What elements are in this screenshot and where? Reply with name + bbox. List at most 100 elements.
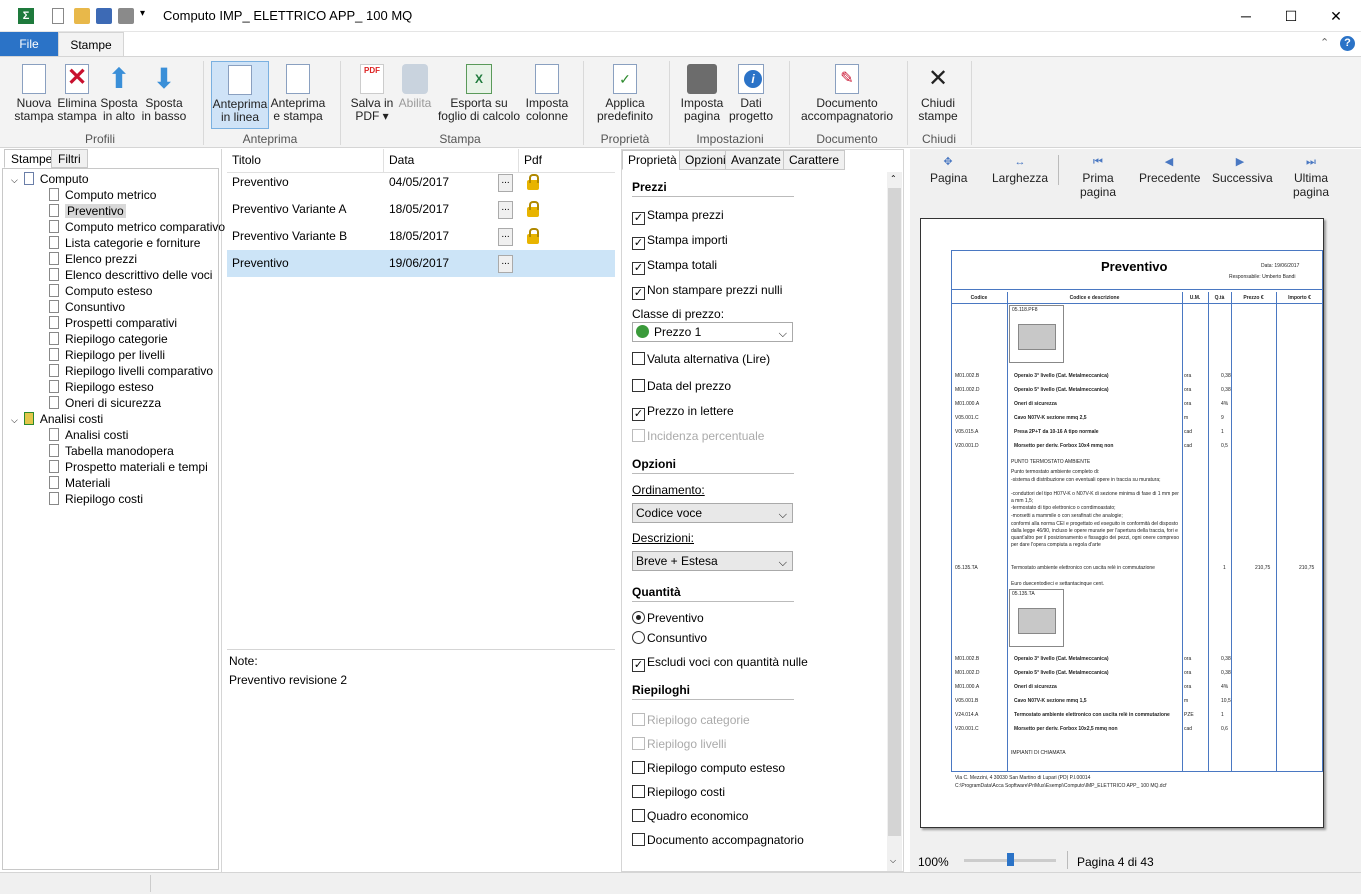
- list-row[interactable]: Preventivo Variante B 18/05/2017...: [227, 223, 615, 250]
- ordinamento-select[interactable]: Codice voce ⌵: [632, 503, 793, 523]
- tab-proprieta[interactable]: Proprietà: [622, 150, 683, 170]
- open-folder-icon[interactable]: [74, 8, 90, 24]
- tree-item[interactable]: Elenco descrittivo delle voci: [49, 267, 212, 283]
- tab-carattere[interactable]: Carattere: [783, 150, 846, 170]
- checkbox-documento-accompagnatorio[interactable]: Documento accompagnatorio: [632, 833, 804, 849]
- preview-page[interactable]: Preventivo Data: 19/06/2017 Responsabile…: [920, 218, 1324, 828]
- checkbox-data-prezzo[interactable]: Data del prezzo: [632, 379, 731, 395]
- checkbox-incidenza-percentuale[interactable]: Incidenza percentuale: [632, 429, 764, 445]
- scroll-down-icon[interactable]: ⌵: [890, 856, 896, 866]
- first-page-button[interactable]: ⏮ Prima pagina: [1065, 155, 1131, 199]
- tree-node-analisi-costi[interactable]: ⌵ Analisi costi: [11, 411, 103, 427]
- tree-item[interactable]: Computo metrico comparativo: [49, 219, 225, 235]
- set-columns-button[interactable]: Imposta colonne: [524, 61, 570, 129]
- tree-item[interactable]: Oneri di sicurezza: [49, 395, 161, 411]
- enable-button[interactable]: Abilita: [396, 61, 434, 129]
- tab-file[interactable]: File: [0, 32, 58, 57]
- delete-print-button[interactable]: ✕ Elimina stampa: [56, 61, 98, 129]
- checkbox-escludi-voci[interactable]: ✓ Escludi voci con quantità nulle: [632, 655, 808, 672]
- chevron-down-icon[interactable]: ⌵: [11, 415, 18, 425]
- maximize-button[interactable]: ☐: [1268, 0, 1314, 32]
- checkbox-riepilogo-categorie[interactable]: Riepilogo categorie: [632, 713, 750, 729]
- inline-preview-button[interactable]: Anteprima in linea: [211, 61, 269, 129]
- export-spreadsheet-button[interactable]: X Esporta su foglio di calcolo: [436, 61, 522, 129]
- list-row[interactable]: Preventivo Variante A 18/05/2017...: [227, 196, 615, 223]
- list-row[interactable]: Preventivo 04/05/2017...: [227, 169, 615, 196]
- tree-item[interactable]: Riepilogo costi: [49, 491, 143, 507]
- descrizioni-select[interactable]: Breve + Estesa ⌵: [632, 551, 793, 571]
- tab-avanzate[interactable]: Avanzate: [725, 150, 787, 170]
- preview-print-button[interactable]: Anteprima e stampa: [270, 61, 326, 129]
- checkbox-riepilogo-computo-esteso[interactable]: Riepilogo computo esteso: [632, 761, 785, 777]
- move-up-button[interactable]: ⬆ Sposta in alto: [99, 61, 139, 129]
- zoom-slider-thumb[interactable]: [1007, 853, 1014, 866]
- next-page-button[interactable]: ▶ Successiva: [1212, 155, 1273, 185]
- tree-item[interactable]: Consuntivo: [49, 299, 125, 315]
- ellipsis-button[interactable]: ...: [498, 228, 513, 246]
- save-pdf-button[interactable]: PDF Salva in PDF ▾: [350, 61, 394, 129]
- classe-prezzo-select[interactable]: Prezzo 1 ⌵: [632, 322, 793, 342]
- checkbox-non-stampare-prezzi-nulli[interactable]: ✓ Non stampare prezzi nulli: [632, 283, 782, 300]
- new-print-button[interactable]: Nuova stampa: [14, 61, 54, 129]
- tree-item[interactable]: Lista categorie e forniture: [49, 235, 200, 251]
- page-setup-button[interactable]: Imposta pagina: [679, 61, 725, 129]
- customize-toolbar-icon[interactable]: ▾: [140, 8, 156, 24]
- close-prints-button[interactable]: ✕ Chiudi stampe: [917, 61, 959, 129]
- previous-page-button[interactable]: ◀ Precedente: [1139, 155, 1200, 185]
- help-icon[interactable]: ?: [1340, 36, 1355, 51]
- notes-area[interactable]: Note: Preventivo revisione 2: [227, 649, 615, 872]
- print-icon[interactable]: [118, 8, 134, 24]
- checkbox-stampa-totali[interactable]: ✓ Stampa totali: [632, 258, 717, 275]
- notes-value[interactable]: Preventivo revisione 2: [229, 673, 613, 687]
- checkbox-prezzo-lettere[interactable]: ✓ Prezzo in lettere: [632, 404, 734, 421]
- tree-item[interactable]: Prospetti comparativi: [49, 315, 177, 331]
- radio-preventivo[interactable]: Preventivo: [632, 611, 704, 627]
- minimize-button[interactable]: ─: [1223, 0, 1269, 32]
- chevron-down-icon[interactable]: ⌵: [11, 175, 18, 185]
- new-file-icon[interactable]: [52, 8, 64, 24]
- properties-scrollbar[interactable]: ⌃ ⌵: [887, 172, 902, 871]
- checkbox-riepilogo-livelli[interactable]: Riepilogo livelli: [632, 737, 726, 753]
- move-down-button[interactable]: ⬇ Sposta in basso: [141, 61, 187, 129]
- scrollbar-thumb[interactable]: [888, 188, 901, 836]
- ellipsis-button[interactable]: ...: [498, 174, 513, 192]
- printer-icon: [687, 64, 717, 94]
- fit-width-button[interactable]: ↔ Larghezza: [992, 155, 1048, 185]
- tree-item[interactable]: Prospetto materiali e tempi: [49, 459, 208, 475]
- tree-item[interactable]: Computo esteso: [49, 283, 152, 299]
- apply-default-button[interactable]: ✓ Applica predefinito: [594, 61, 656, 129]
- tree-item[interactable]: Materiali: [49, 475, 110, 491]
- checkbox-stampa-prezzi[interactable]: ✓ Stampa prezzi: [632, 208, 724, 225]
- tree-item[interactable]: Analisi costi: [49, 427, 128, 443]
- ellipsis-button[interactable]: ...: [498, 201, 513, 219]
- tree-item[interactable]: Preventivo: [49, 203, 126, 219]
- radio-consuntivo[interactable]: Consuntivo: [632, 631, 707, 647]
- apply-default-label2: predefinito: [596, 109, 654, 123]
- collapse-ribbon-icon[interactable]: ⌃: [1320, 36, 1329, 49]
- project-data-button[interactable]: i Dati progetto: [727, 61, 775, 129]
- checkbox-valuta-alternativa[interactable]: Valuta alternativa (Lire): [632, 352, 770, 368]
- accompanying-document-button[interactable]: ✎ Documento accompagnatorio: [800, 61, 894, 129]
- checkbox-riepilogo-costi[interactable]: Riepilogo costi: [632, 785, 725, 801]
- last-page-button[interactable]: ⏭ Ultima pagina: [1277, 155, 1345, 199]
- ellipsis-button[interactable]: ...: [498, 255, 513, 273]
- tree-item[interactable]: Computo metrico: [49, 187, 156, 203]
- tab-opzioni[interactable]: Opzioni: [679, 150, 732, 170]
- scroll-up-icon[interactable]: ⌃: [890, 174, 897, 183]
- tree-item[interactable]: Riepilogo per livelli: [49, 347, 165, 363]
- tab-filtri[interactable]: Filtri: [51, 149, 88, 168]
- fit-page-button[interactable]: ✥ Pagina: [930, 155, 967, 185]
- save-icon[interactable]: [96, 8, 112, 24]
- tree-item[interactable]: Riepilogo categorie: [49, 331, 168, 347]
- checkbox-quadro-economico[interactable]: Quadro economico: [632, 809, 748, 825]
- list-row[interactable]: Preventivo 19/06/2017...: [227, 250, 615, 277]
- close-button[interactable]: ✕: [1313, 0, 1359, 32]
- report-cell-desc: Morsetto per deriv. Forbox 10x2,5 mmq no…: [1014, 726, 1118, 732]
- tab-stampe[interactable]: Stampe: [58, 32, 124, 57]
- tree-item[interactable]: Riepilogo esteso: [49, 379, 154, 395]
- tree-item[interactable]: Elenco prezzi: [49, 251, 137, 267]
- tree-item[interactable]: Riepilogo livelli comparativo: [49, 363, 213, 379]
- checkbox-stampa-importi[interactable]: ✓ Stampa importi: [632, 233, 728, 250]
- tree-node-computo[interactable]: ⌵ Computo: [11, 171, 89, 187]
- tree-item[interactable]: Tabella manodopera: [49, 443, 174, 459]
